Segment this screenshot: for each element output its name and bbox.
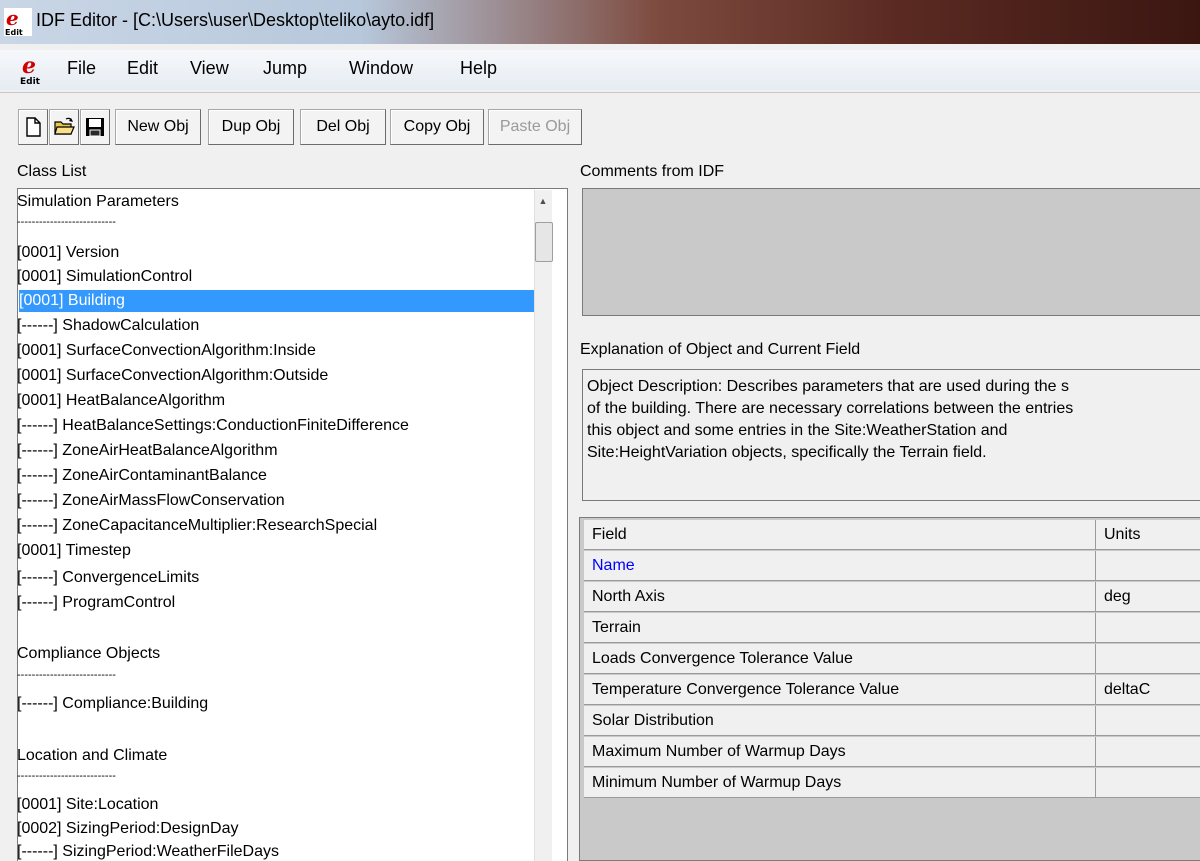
units-cell — [1096, 644, 1200, 674]
table-row[interactable]: Loads Convergence Tolerance Value — [584, 644, 1200, 674]
list-item[interactable]: [------] ConvergenceLimits — [17, 567, 199, 589]
list-item[interactable]: [------] Compliance:Building — [17, 693, 208, 715]
dup-obj-button[interactable]: Dup Obj — [208, 109, 294, 145]
field-name-cell[interactable]: Minimum Number of Warmup Days — [584, 768, 1096, 798]
list-separator: --------------------------- — [17, 216, 116, 228]
class-list-label: Class List — [17, 163, 87, 180]
list-item[interactable]: Compliance Objects — [17, 643, 160, 665]
menu-jump[interactable]: Jump — [263, 58, 307, 79]
field-name-cell[interactable]: North Axis — [584, 582, 1096, 612]
explanation-label: Explanation of Object and Current Field — [580, 341, 861, 358]
idf-editor-app-icon[interactable]: e Edit — [4, 8, 32, 36]
column-header-field: Field — [584, 520, 1096, 550]
table-row[interactable]: Minimum Number of Warmup Days — [584, 768, 1200, 798]
list-item[interactable]: [0001] HeatBalanceAlgorithm — [17, 390, 225, 412]
svg-text:e: e — [6, 8, 19, 30]
grid-header-row: Field Units — [584, 520, 1200, 550]
table-row[interactable]: Solar Distribution — [584, 706, 1200, 736]
list-item-selected[interactable]: [0001] Building — [19, 290, 549, 312]
list-item[interactable]: [0001] Version — [17, 242, 119, 264]
units-cell — [1096, 551, 1200, 581]
explanation-line: Site:HeightVariation objects, specifical… — [587, 444, 987, 461]
table-row[interactable]: Temperature Convergence Tolerance Value … — [584, 675, 1200, 705]
list-item[interactable]: Simulation Parameters — [17, 191, 179, 213]
list-separator: --------------------------- — [17, 669, 116, 681]
list-item[interactable]: [0001] SimulationControl — [17, 266, 192, 288]
field-name-cell[interactable]: Solar Distribution — [584, 706, 1096, 736]
menu-help[interactable]: Help — [460, 58, 497, 79]
field-name-cell[interactable]: Temperature Convergence Tolerance Value — [584, 675, 1096, 705]
column-header-units: Units — [1104, 526, 1141, 543]
list-item[interactable]: [------] ProgramControl — [17, 592, 175, 614]
scroll-thumb[interactable] — [535, 222, 553, 262]
explanation-line: Object Description: Describes parameters… — [587, 378, 1070, 395]
units-cell — [1096, 737, 1200, 767]
units-cell: deltaC — [1104, 681, 1151, 698]
list-item[interactable]: [0001] SurfaceConvectionAlgorithm:Outsid… — [17, 365, 328, 387]
scroll-up-arrow-icon[interactable]: ▲ — [534, 196, 552, 212]
menu-window[interactable]: Window — [349, 58, 413, 79]
window-title: IDF Editor - [C:\Users\user\Desktop\teli… — [36, 10, 435, 30]
explanation-text: Object Description: Describes parameters… — [587, 376, 1200, 464]
explanation-line: of the building. There are necessary cor… — [587, 400, 1074, 417]
field-name-cell[interactable]: Name — [584, 551, 1096, 581]
save-floppy-icon — [86, 118, 104, 137]
new-obj-button[interactable]: New Obj — [115, 109, 201, 145]
open-folder-icon — [54, 117, 75, 135]
list-item[interactable]: [------] ZoneAirHeatBalanceAlgorithm — [17, 440, 278, 462]
menu-file[interactable]: File — [67, 58, 96, 79]
units-cell — [1096, 768, 1200, 798]
list-item[interactable]: Location and Climate — [17, 745, 167, 767]
paste-obj-button[interactable]: Paste Obj — [488, 109, 582, 145]
new-document-icon — [26, 117, 41, 137]
list-item[interactable]: [------] SizingPeriod:WeatherFileDays — [17, 841, 279, 861]
copy-obj-button[interactable]: Copy Obj — [390, 109, 484, 145]
field-name-cell[interactable]: Loads Convergence Tolerance Value — [584, 644, 1096, 674]
list-item[interactable]: [------] HeatBalanceSettings:ConductionF… — [17, 415, 409, 437]
units-cell: deg — [1104, 588, 1131, 605]
open-file-button[interactable] — [49, 109, 79, 145]
table-row[interactable]: North Axis deg — [584, 582, 1200, 612]
list-item[interactable]: [0001] Site:Location — [17, 794, 158, 816]
list-item[interactable]: [0001] Timestep — [17, 540, 131, 562]
comments-label: Comments from IDF — [580, 163, 725, 180]
field-name-cell[interactable]: Maximum Number of Warmup Days — [584, 737, 1096, 767]
save-file-button[interactable] — [80, 109, 110, 145]
mdi-child-icon[interactable]: e Edit — [18, 54, 50, 86]
svg-text:Edit: Edit — [20, 77, 41, 86]
svg-text:Edit: Edit — [5, 28, 23, 36]
units-cell — [1096, 613, 1200, 643]
menu-view[interactable]: View — [190, 58, 229, 79]
list-item[interactable]: [0002] SizingPeriod:DesignDay — [17, 818, 238, 840]
list-item[interactable]: [------] ZoneAirMassFlowConservation — [17, 490, 285, 512]
svg-text:e: e — [22, 54, 36, 79]
list-item[interactable]: [------] ZoneAirContaminantBalance — [17, 465, 267, 487]
table-row[interactable]: Maximum Number of Warmup Days — [584, 737, 1200, 767]
menu-edit[interactable]: Edit — [127, 58, 158, 79]
field-name-cell[interactable]: Terrain — [584, 613, 1096, 643]
new-file-button[interactable] — [18, 109, 48, 145]
list-separator: --------------------------- — [17, 770, 116, 782]
list-item[interactable]: [------] ShadowCalculation — [17, 315, 199, 337]
units-cell — [1096, 706, 1200, 736]
class-list-scrollbar[interactable] — [534, 190, 552, 861]
del-obj-button[interactable]: Del Obj — [300, 109, 386, 145]
list-item[interactable]: [------] ZoneCapacitanceMultiplier:Resea… — [17, 515, 377, 537]
comments-field[interactable] — [582, 188, 1200, 316]
explanation-line: this object and some entries in the Site… — [587, 422, 1008, 439]
list-item[interactable]: [0001] SurfaceConvectionAlgorithm:Inside — [17, 340, 316, 362]
table-row[interactable]: Name — [584, 551, 1200, 581]
menu-bar — [0, 50, 1200, 90]
table-row[interactable]: Terrain — [584, 613, 1200, 643]
